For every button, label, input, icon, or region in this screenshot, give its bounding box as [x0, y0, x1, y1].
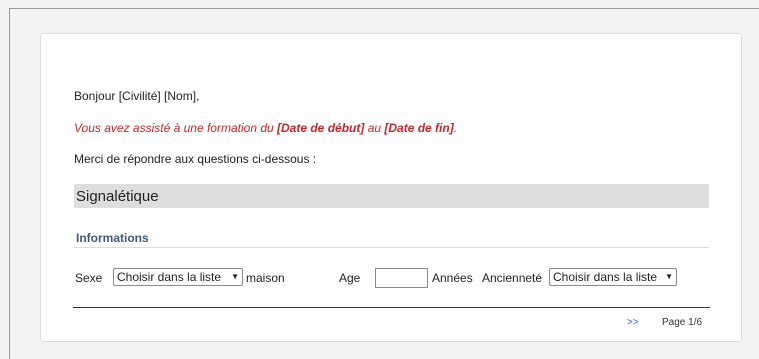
start-date-placeholder: [Date de début]: [277, 121, 365, 135]
subsection-divider: [74, 247, 709, 248]
footer-divider: [73, 307, 710, 308]
page-indicator: Page 1/6: [662, 317, 703, 328]
maison-label: maison: [246, 271, 285, 285]
formation-middle: au: [364, 121, 385, 135]
dropdown-arrow-icon: ▼: [231, 272, 239, 281]
sexe-select-value: Choisir dans la liste: [117, 270, 222, 284]
formation-prefix: Vous avez assisté à une formation du: [74, 121, 278, 135]
sexe-label: Sexe: [75, 271, 103, 285]
anciennete-select[interactable]: Choisir dans la liste ▼: [549, 268, 677, 286]
section-header: Signalétique: [74, 184, 709, 208]
dropdown-arrow-icon: ▼: [665, 272, 673, 281]
greeting-text: Bonjour [Civilité] [Nom],: [74, 89, 200, 103]
annees-label: Années: [432, 271, 473, 285]
anciennete-select-value: Choisir dans la liste: [553, 270, 658, 284]
formation-suffix: .: [453, 121, 458, 135]
age-label: Age: [339, 271, 361, 285]
informations-field-row: Sexe Choisir dans la liste ▼ maison Age …: [41, 268, 741, 288]
survey-card: Bonjour [Civilité] [Nom], Vous avez assi…: [40, 33, 742, 342]
instructions-text: Merci de répondre aux questions ci-desso…: [74, 152, 317, 166]
section-title: Signalétique: [76, 188, 159, 205]
anciennete-label: Ancienneté: [482, 271, 543, 285]
end-date-placeholder: [Date de fin]: [384, 121, 454, 135]
age-input[interactable]: [375, 268, 428, 288]
next-page-link[interactable]: >>: [627, 317, 639, 328]
formation-text: Vous avez assisté à une formation du [Da…: [74, 121, 457, 135]
sexe-select[interactable]: Choisir dans la liste ▼: [113, 268, 243, 286]
subsection-title: Informations: [76, 231, 149, 245]
